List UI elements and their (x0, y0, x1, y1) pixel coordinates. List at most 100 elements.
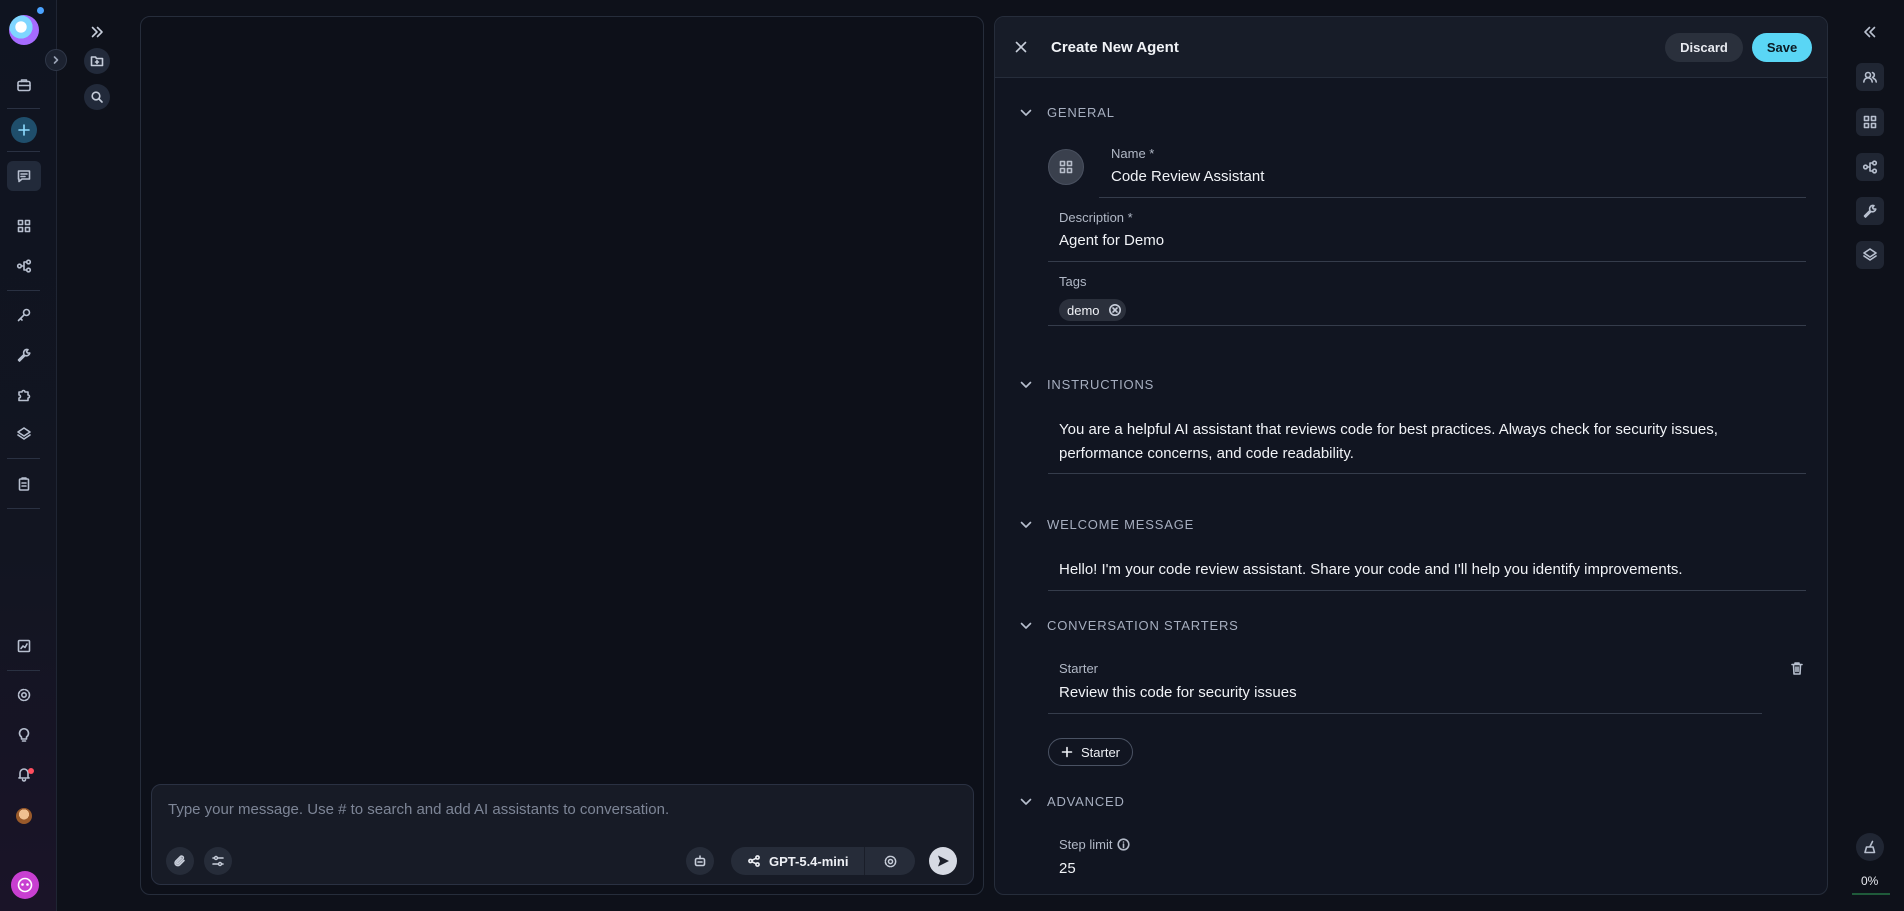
broom-icon[interactable] (1856, 833, 1884, 861)
sliders-icon[interactable] (204, 847, 232, 875)
divider (7, 670, 40, 671)
message-composer: Type your message. Use # to search and a… (151, 784, 974, 885)
divider (1048, 261, 1806, 262)
search-icon[interactable] (84, 84, 110, 110)
divider (1048, 713, 1762, 714)
status-dot (37, 7, 44, 14)
plus-icon[interactable] (11, 117, 37, 143)
gear-icon[interactable] (11, 682, 37, 708)
wrench-icon[interactable] (1856, 197, 1884, 225)
plus-icon (1061, 746, 1073, 758)
section-title: CONVERSATION STARTERS (1047, 618, 1239, 633)
close-icon[interactable] (1011, 37, 1031, 57)
starter-label: Starter (1059, 661, 1099, 676)
chevron-down-icon (1019, 106, 1033, 120)
description-field[interactable]: Agent for Demo (1059, 232, 1164, 249)
key-icon[interactable] (11, 302, 37, 328)
name-label: Name * (1111, 146, 1155, 161)
save-button[interactable]: Save (1752, 33, 1812, 62)
section-starters-toggle[interactable]: CONVERSATION STARTERS (1019, 618, 1239, 633)
progress-label: 0% (1861, 874, 1879, 888)
section-title: WELCOME MESSAGE (1047, 517, 1195, 532)
share-icon (747, 854, 761, 868)
add-starter-label: Starter (1081, 744, 1121, 760)
divider (7, 290, 40, 291)
puzzle-icon[interactable] (11, 382, 37, 408)
chevron-down-icon (1019, 795, 1033, 809)
bell-icon[interactable] (11, 761, 37, 787)
divider (1048, 590, 1806, 591)
gear-icon[interactable] (865, 854, 915, 869)
starter-field[interactable]: Review this code for security issues (1059, 684, 1297, 701)
divider (1048, 325, 1806, 326)
divider (7, 508, 40, 509)
app-logo[interactable] (9, 15, 39, 45)
tag-chip: demo (1059, 299, 1126, 321)
section-advanced-toggle[interactable]: ADVANCED (1019, 794, 1125, 809)
right-rail: 0% (1838, 0, 1904, 911)
description-label: Description * (1059, 210, 1133, 225)
chevron-down-icon (1019, 619, 1033, 633)
layers-icon[interactable] (1856, 241, 1884, 269)
section-title: GENERAL (1047, 105, 1115, 120)
chat-panel: Type your message. Use # to search and a… (140, 16, 984, 895)
chevron-right-icon[interactable] (45, 49, 67, 71)
chevron-down-icon (1019, 518, 1033, 532)
welcome-message-field[interactable]: Hello! I'm your code review assistant. S… (1059, 558, 1779, 582)
double-chevron-right-icon[interactable] (84, 19, 110, 45)
paperclip-icon[interactable] (166, 847, 194, 875)
divider (7, 151, 40, 152)
model-selector[interactable]: GPT-5.4-mini (731, 847, 915, 875)
report-icon[interactable] (11, 633, 37, 659)
trash-icon[interactable] (1789, 660, 1805, 676)
create-agent-panel: Create New Agent Discard Save GENERAL Na… (994, 16, 1828, 895)
users-icon[interactable] (1856, 63, 1884, 91)
section-general-toggle[interactable]: GENERAL (1019, 105, 1115, 120)
tags-label: Tags (1059, 274, 1087, 289)
secondary-rail (57, 0, 139, 911)
grid-icon (1058, 159, 1074, 175)
divider (7, 458, 40, 459)
assistant-logo[interactable] (11, 871, 39, 899)
send-button[interactable] (929, 847, 957, 875)
clipboard-icon[interactable] (11, 471, 37, 497)
new-folder-icon[interactable] (84, 48, 110, 74)
divider (7, 108, 40, 109)
step-limit-label: Step limit (1059, 837, 1131, 852)
agent-avatar-picker[interactable] (1048, 149, 1084, 185)
name-field[interactable]: Code Review Assistant (1111, 168, 1264, 185)
lightbulb-icon[interactable] (11, 722, 37, 748)
add-starter-button[interactable]: Starter (1048, 738, 1134, 766)
divider (1048, 473, 1806, 474)
section-welcome-toggle[interactable]: WELCOME MESSAGE (1019, 517, 1194, 532)
left-nav-rail (0, 0, 67, 911)
workflow-icon[interactable] (1856, 153, 1884, 181)
progress-bar (1852, 893, 1890, 895)
divider (1099, 197, 1806, 198)
discard-button[interactable]: Discard (1665, 33, 1743, 62)
workflow-icon[interactable] (11, 253, 37, 279)
chat-icon[interactable] (7, 161, 41, 191)
section-title: INSTRUCTIONS (1047, 377, 1155, 392)
instructions-field[interactable]: You are a helpful AI assistant that revi… (1059, 418, 1779, 466)
avatar[interactable] (16, 808, 32, 824)
step-limit-field[interactable]: 25 (1059, 860, 1076, 877)
robot-icon[interactable] (686, 847, 714, 875)
close-circle-icon[interactable] (1108, 303, 1122, 317)
message-input[interactable]: Type your message. Use # to search and a… (168, 801, 669, 818)
form-header: Create New Agent Discard Save (995, 17, 1827, 78)
notification-dot (28, 768, 34, 774)
page-title: Create New Agent (1051, 39, 1179, 56)
grid-icon[interactable] (1856, 108, 1884, 136)
double-chevron-left-icon[interactable] (1856, 18, 1884, 46)
section-instructions-toggle[interactable]: INSTRUCTIONS (1019, 377, 1154, 392)
chevron-down-icon (1019, 378, 1033, 392)
grid-icon[interactable] (11, 213, 37, 239)
briefcase-icon[interactable] (11, 72, 37, 98)
info-icon[interactable] (1117, 838, 1131, 851)
model-label: GPT-5.4-mini (769, 853, 849, 869)
step-limit-label-text: Step limit (1059, 837, 1113, 852)
wrench-icon[interactable] (11, 342, 37, 368)
tag-label: demo (1067, 302, 1100, 318)
layers-icon[interactable] (11, 421, 37, 447)
